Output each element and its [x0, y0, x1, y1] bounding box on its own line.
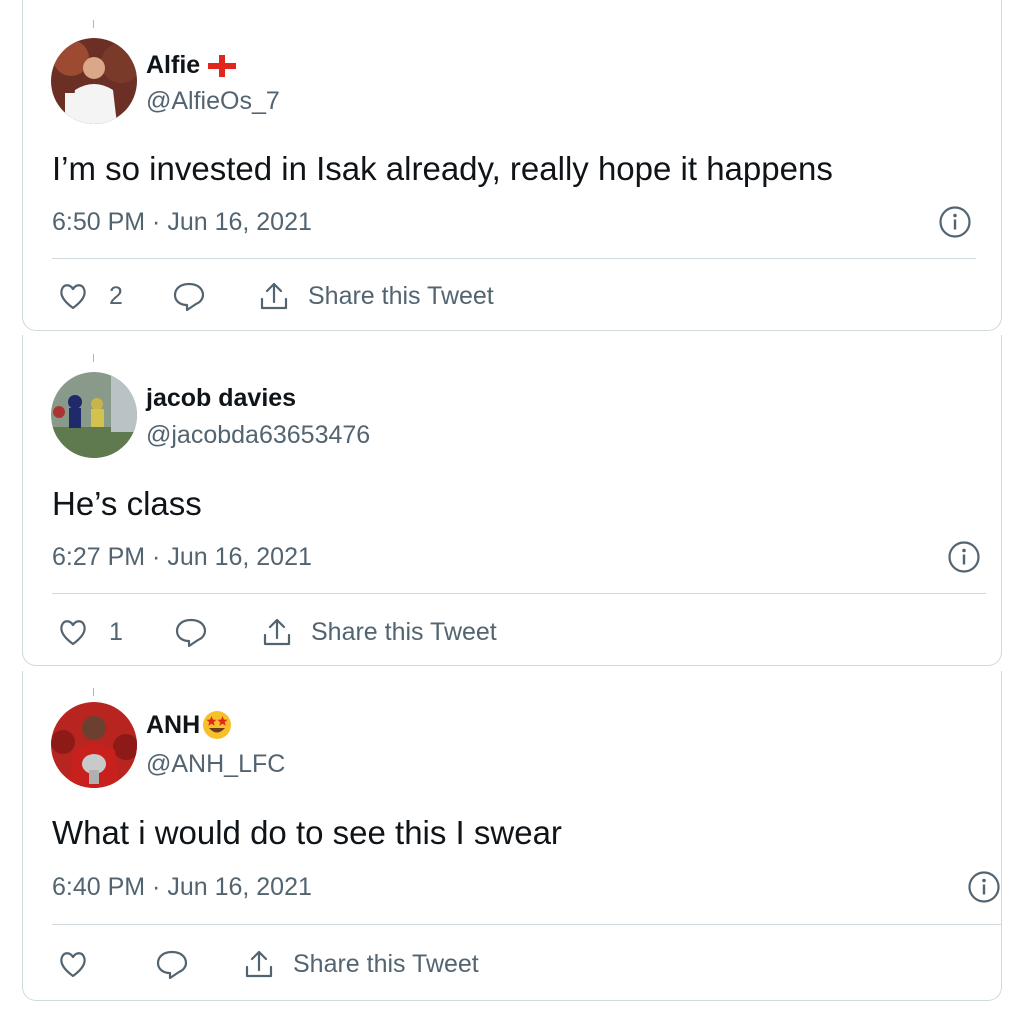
tweet-text: He’s class [52, 485, 202, 522]
display-name[interactable]: Alfie [146, 51, 237, 80]
timestamp[interactable]: 6:27 PM · Jun 16, 2021 [52, 543, 312, 572]
like-button[interactable] [57, 948, 109, 980]
share-icon [260, 282, 288, 310]
heart-icon [60, 620, 86, 646]
share-button[interactable]: Share this Tweet [258, 280, 494, 312]
share-button[interactable]: Share this Tweet [261, 616, 497, 648]
info-icon[interactable] [967, 870, 1001, 904]
avatar[interactable] [51, 702, 137, 788]
thread-line [93, 688, 94, 696]
thread-line [93, 354, 94, 362]
info-icon[interactable] [938, 205, 972, 239]
like-button[interactable]: 1 [57, 616, 123, 648]
reply-bubble-icon [173, 282, 205, 312]
user-handle[interactable]: @ANH_LFC [146, 750, 285, 779]
divider [52, 258, 976, 259]
reply-button[interactable] [174, 616, 208, 648]
user-handle[interactable]: @jacobda63653476 [146, 421, 370, 450]
reply-button[interactable] [172, 280, 206, 312]
display-name-text: ANH [146, 710, 201, 739]
heart-icon [60, 952, 86, 978]
divider [52, 593, 986, 594]
avatar[interactable] [51, 372, 137, 458]
share-icon [263, 618, 291, 646]
avatar[interactable] [51, 38, 137, 124]
tweet-text: I’m so invested in Isak already, really … [52, 150, 833, 187]
display-name-text: Alfie [146, 51, 201, 79]
display-name[interactable]: jacob davies [146, 384, 296, 413]
share-label: Share this Tweet [311, 617, 497, 646]
like-count: 1 [109, 617, 123, 646]
reply-button[interactable] [155, 948, 189, 980]
user-handle[interactable]: @AlfieOs_7 [146, 87, 280, 116]
like-count: 2 [109, 281, 123, 310]
timestamp[interactable]: 6:50 PM · Jun 16, 2021 [52, 208, 312, 237]
share-label: Share this Tweet [308, 281, 494, 310]
like-button[interactable]: 2 [57, 280, 123, 312]
share-label: Share this Tweet [293, 949, 479, 978]
star-struck-emoji-icon [203, 711, 232, 739]
heart-icon [60, 284, 86, 310]
england-flag-icon [208, 54, 237, 77]
thread-line [93, 20, 94, 28]
divider [52, 924, 1002, 925]
display-name[interactable]: ANH [146, 710, 232, 740]
reply-bubble-icon [175, 618, 207, 648]
timestamp[interactable]: 6:40 PM · Jun 16, 2021 [52, 873, 312, 902]
reply-bubble-icon [156, 950, 188, 980]
tweet-text: What i would do to see this I swear [52, 814, 562, 851]
share-icon [245, 950, 273, 978]
info-icon[interactable] [947, 540, 981, 574]
share-button[interactable]: Share this Tweet [243, 948, 479, 980]
